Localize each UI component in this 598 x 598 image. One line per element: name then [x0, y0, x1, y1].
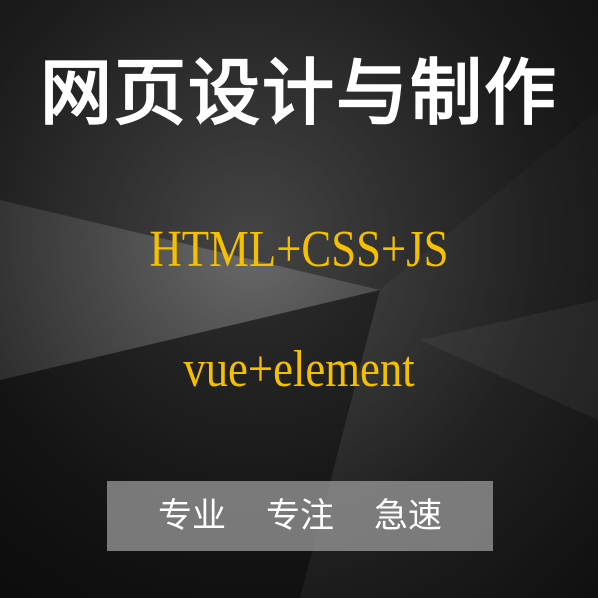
banner: 网页设计与制作 HTML+CSS+JS vue+element 专业 专注 急速 [0, 0, 598, 598]
tech-stack-line-2: vue+element [183, 341, 415, 398]
tech-stack-line-1: HTML+CSS+JS [149, 221, 449, 278]
tag-focused: 专注 [266, 496, 334, 536]
tag-fast: 急速 [374, 496, 442, 536]
page-title: 网页设计与制作 [39, 51, 558, 135]
tag-box: 专业 专注 急速 [107, 481, 493, 551]
tag-professional: 专业 [158, 496, 226, 536]
